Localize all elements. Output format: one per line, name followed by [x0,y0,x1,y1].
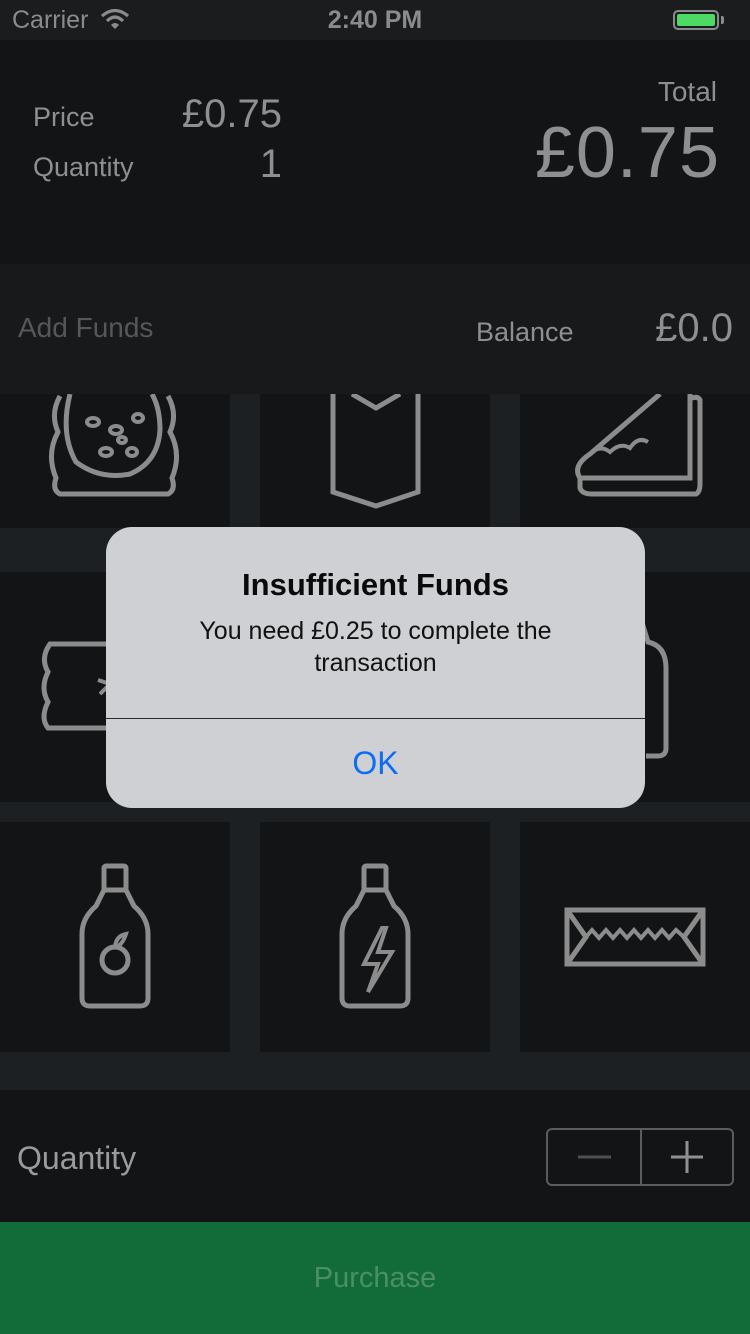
insufficient-funds-alert: Insufficient Funds You need £0.25 to com… [106,527,645,808]
alert-title: Insufficient Funds [242,567,509,602]
alert-message: You need £0.25 to complete the transacti… [199,617,552,677]
alert-ok-button[interactable]: OK [106,719,645,808]
